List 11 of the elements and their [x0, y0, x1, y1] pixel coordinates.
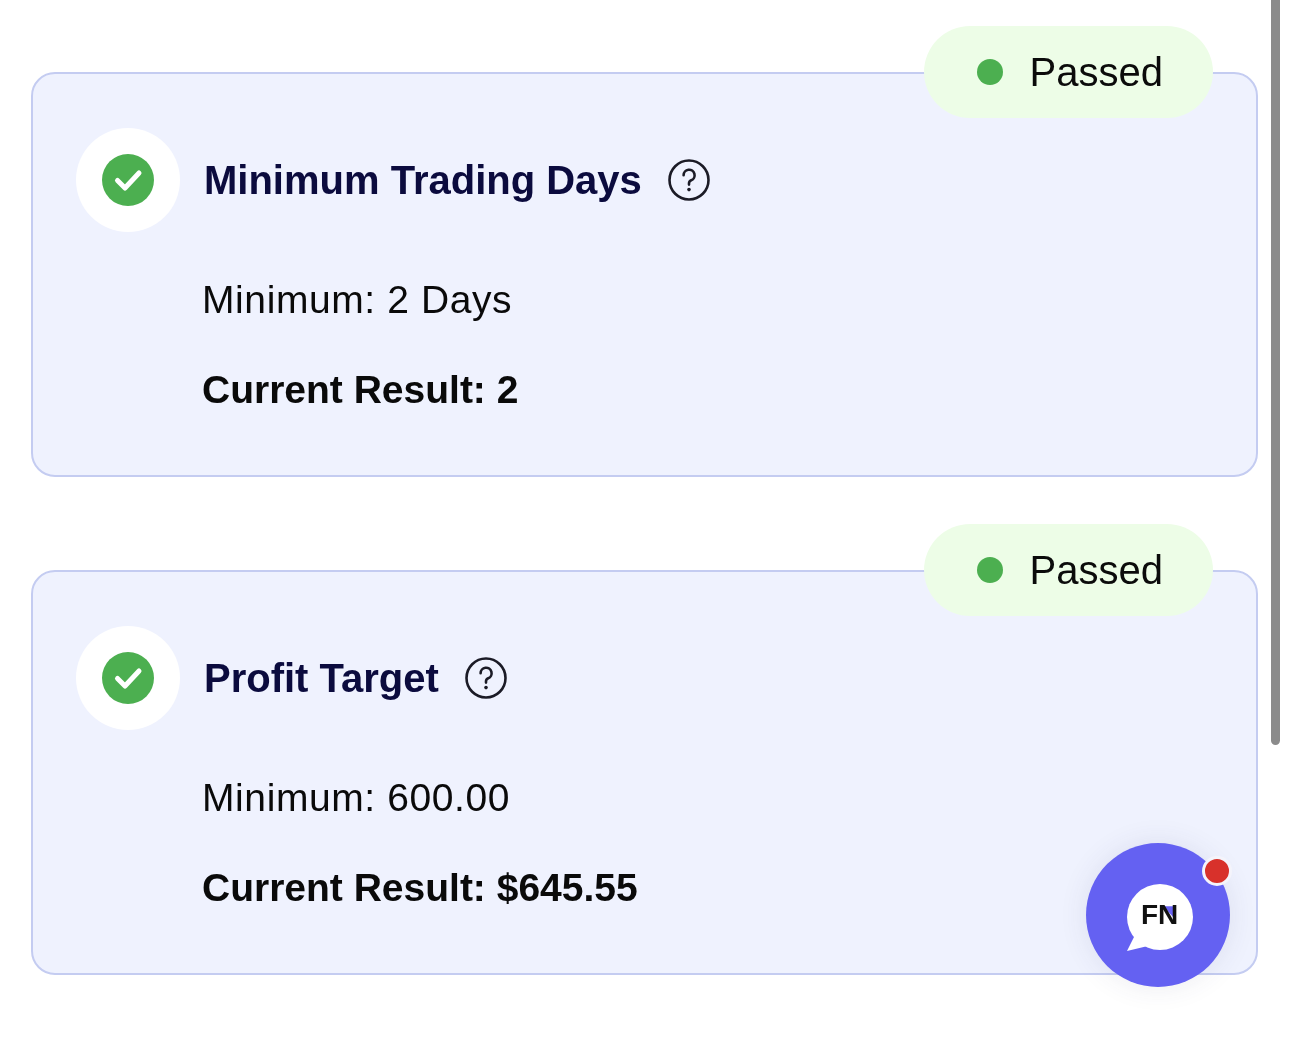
current-result-text: Current Result: 2 — [202, 367, 519, 413]
help-icon[interactable] — [464, 657, 507, 699]
minimum-text: Minimum: 2 Days — [202, 277, 513, 323]
requirement-title: Minimum Trading Days — [204, 157, 642, 203]
requirement-title: Profit Target — [204, 655, 439, 701]
status-text: Passed — [1029, 547, 1163, 593]
status-text: Passed — [1029, 49, 1163, 95]
scrollbar-thumb[interactable] — [1271, 0, 1280, 745]
minimum-text: Minimum: 600.00 — [202, 775, 511, 821]
help-icon[interactable] — [667, 159, 710, 201]
current-result-text: Current Result: $645.55 — [202, 865, 638, 911]
